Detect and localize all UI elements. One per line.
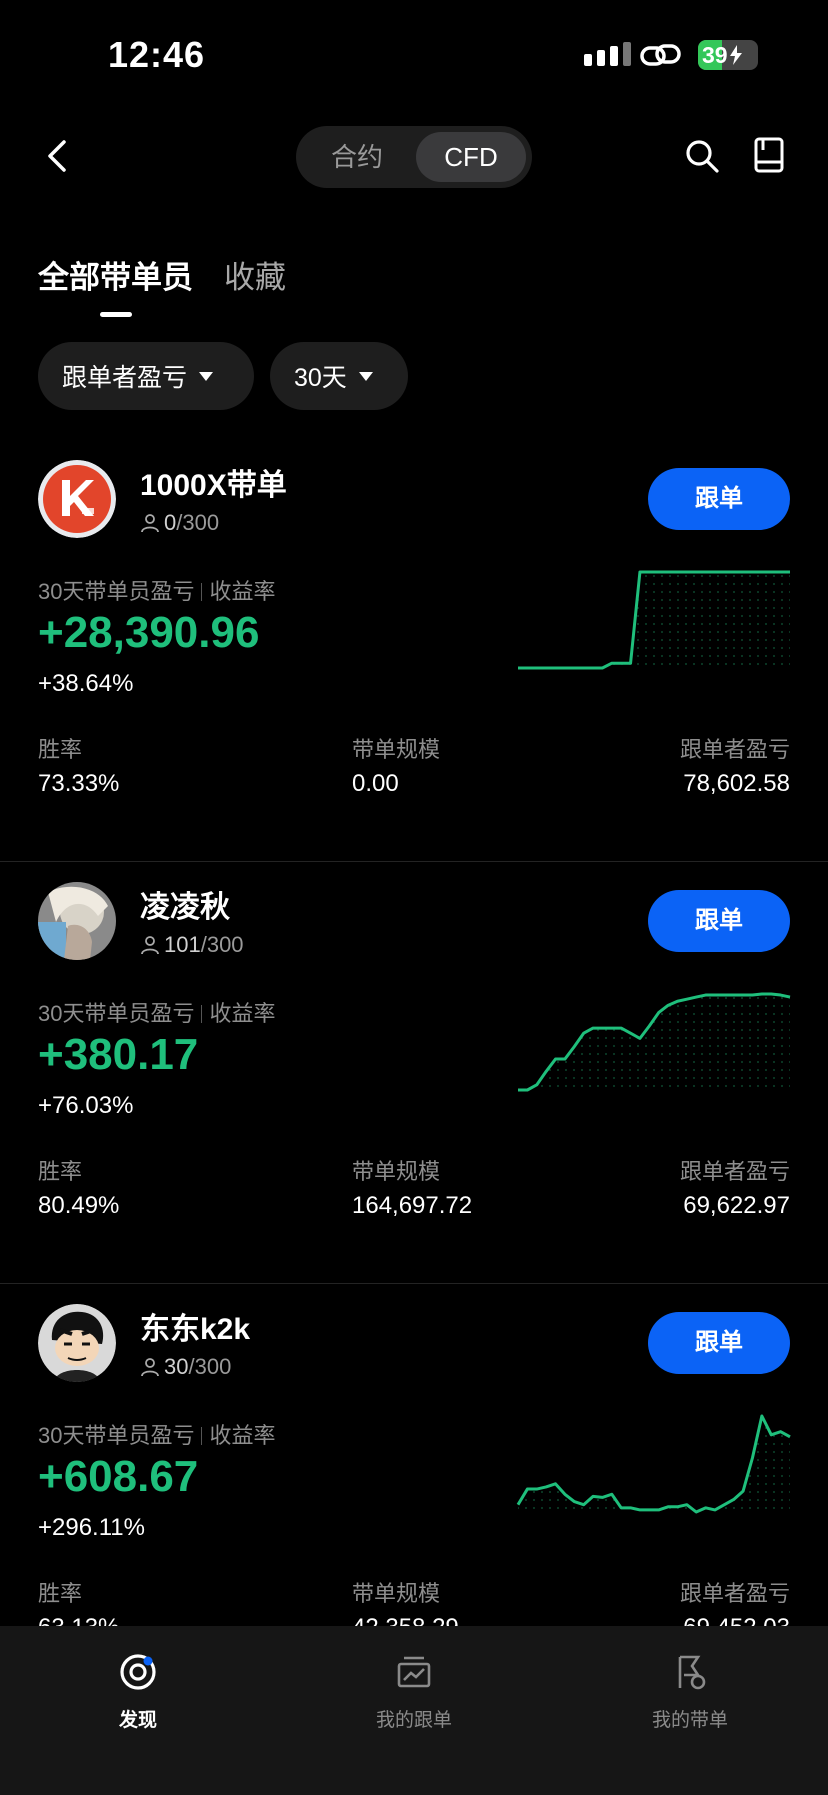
tab-discover[interactable]: 发现 (48, 1652, 228, 1732)
win-rate-label: 胜率 (38, 1581, 83, 1606)
follower-pnl-label: 跟单者盈亏 (679, 1581, 790, 1606)
search-icon[interactable] (684, 138, 720, 174)
guide-book-icon[interactable] (752, 136, 786, 174)
bottom-tab-bar: 发现 我的跟单 我的带单 (0, 1626, 828, 1795)
follower-current: 30 (164, 1354, 189, 1379)
tab-my-copy-label: 我的跟单 (375, 1710, 452, 1731)
follower-count: 101/300 (140, 932, 244, 958)
trader-name: 凌凌秋 (140, 891, 230, 924)
pnl-label-text: 30天带单员盈亏 (38, 1001, 195, 1026)
pnl-label: 30天带单员盈亏 收益率 (38, 1418, 276, 1450)
trader-name: 东东k2k (140, 1313, 251, 1346)
pnl-label: 30天带单员盈亏 收益率 (38, 996, 276, 1028)
tab-favorites[interactable]: 收藏 (224, 252, 286, 297)
tab-discover-label: 发现 (118, 1710, 157, 1731)
follower-pnl-label: 跟单者盈亏 (679, 1159, 790, 1184)
follower-pnl-value: 78,602.58 (683, 770, 790, 797)
follower-capacity: /300 (200, 932, 244, 957)
follower-capacity: /300 (188, 1354, 232, 1379)
win-rate-value: 80.49% (38, 1192, 120, 1219)
follower-pnl-value: 69,622.97 (683, 1192, 790, 1219)
lead-scale-value: 164,697.72 (352, 1192, 473, 1219)
lead-scale: 带单规模 0.00 (352, 732, 440, 798)
lead-scale-label: 带单规模 (352, 1159, 441, 1184)
pnl-sparkline (516, 1414, 791, 1514)
rate-label-text: 收益率 (209, 579, 276, 604)
win-rate: 胜率 73.33% (38, 732, 119, 798)
lead-scale: 带单规模 164,697.72 (352, 1154, 472, 1220)
caret-down-icon (358, 371, 373, 381)
trader-name: 1000X带单 (140, 469, 287, 502)
sort-filter-label: 跟单者盈亏 (62, 364, 188, 392)
nav-bar: 合约 CFD (0, 120, 828, 194)
pnl-label-text: 30天带单员盈亏 (38, 579, 195, 604)
battery-icon: 39 (698, 40, 758, 70)
period-filter-label: 30天 (294, 364, 347, 392)
tab-indicator (100, 312, 132, 317)
link-icon (640, 44, 681, 66)
rate-label-text: 收益率 (209, 1423, 276, 1448)
segment-control: 合约 CFD (296, 126, 532, 188)
pnl-sparkline (518, 992, 791, 1092)
tab-my-copy[interactable]: 我的跟单 (324, 1652, 504, 1732)
follower-pnl: 跟单者盈亏 78,602.58 (680, 732, 790, 798)
follower-count: 30/300 (140, 1354, 231, 1380)
battery-level: 39 (702, 41, 728, 68)
follower-current: 101 (164, 932, 201, 957)
pnl-value: +608.67 (38, 1452, 199, 1501)
follower-pnl: 跟单者盈亏 69,622.97 (680, 1154, 790, 1220)
lead-scale-label: 带单规模 (352, 1581, 441, 1606)
segment-contract[interactable]: 合约 (302, 132, 412, 182)
sort-filter-dropdown[interactable]: 跟单者盈亏 (38, 342, 254, 410)
person-icon (141, 1358, 159, 1377)
lead-scale-label: 带单规模 (352, 737, 441, 762)
status-bar: 12:46 39 (0, 0, 828, 110)
pnl-label-text: 30天带单员盈亏 (38, 1423, 195, 1448)
follower-current: 0 (164, 510, 177, 535)
tab-all-traders[interactable]: 全部带单员 (38, 252, 193, 297)
discover-icon (120, 1654, 156, 1690)
avatar (38, 1304, 116, 1382)
flag-badge-icon (678, 1655, 706, 1690)
cellular-signal-icon (584, 42, 631, 66)
tab-my-lead[interactable]: 我的带单 (600, 1652, 780, 1732)
win-rate-label: 胜率 (38, 1159, 83, 1184)
avatar (38, 882, 116, 960)
follower-count: 0/300 (140, 510, 219, 536)
return-rate: +38.64% (38, 670, 134, 697)
caret-down-icon (199, 371, 214, 381)
follower-capacity: /300 (176, 510, 220, 535)
status-time: 12:46 (108, 34, 206, 75)
follow-button[interactable]: 跟单 (648, 468, 790, 530)
win-rate-label: 胜率 (38, 737, 83, 762)
pnl-label: 30天带单员盈亏 收益率 (38, 574, 276, 606)
return-rate: +76.03% (38, 1092, 134, 1119)
follower-pnl-label: 跟单者盈亏 (679, 737, 790, 762)
pnl-sparkline (518, 570, 790, 670)
trader-card[interactable]: 凌凌秋 101/300 跟单 30天带单员盈亏 收益率 +380.17 +76.0… (0, 862, 828, 1284)
avatar (38, 460, 116, 538)
chart-board-icon (397, 1656, 431, 1688)
period-filter-dropdown[interactable]: 30天 (270, 342, 408, 410)
back-arrow-icon[interactable] (38, 136, 78, 176)
follow-button[interactable]: 跟单 (648, 1312, 790, 1374)
follow-button[interactable]: 跟单 (648, 890, 790, 952)
return-rate: +296.11% (38, 1514, 145, 1541)
segment-cfd[interactable]: CFD (416, 132, 526, 182)
pnl-value: +380.17 (38, 1030, 199, 1079)
sparkline-area (518, 572, 790, 668)
lead-scale-value: 0.00 (352, 770, 399, 797)
tab-my-lead-label: 我的带单 (651, 1710, 728, 1731)
rate-label-text: 收益率 (209, 1001, 276, 1026)
pnl-value: +28,390.96 (38, 608, 260, 657)
sparkline-area (518, 994, 790, 1090)
person-icon (141, 514, 159, 533)
person-icon (141, 936, 159, 955)
trader-card[interactable]: 1000X带单 0/300 跟单 30天带单员盈亏 收益率 +28,390.96 … (0, 440, 828, 862)
win-rate: 胜率 80.49% (38, 1154, 119, 1220)
win-rate-value: 73.33% (38, 770, 120, 797)
